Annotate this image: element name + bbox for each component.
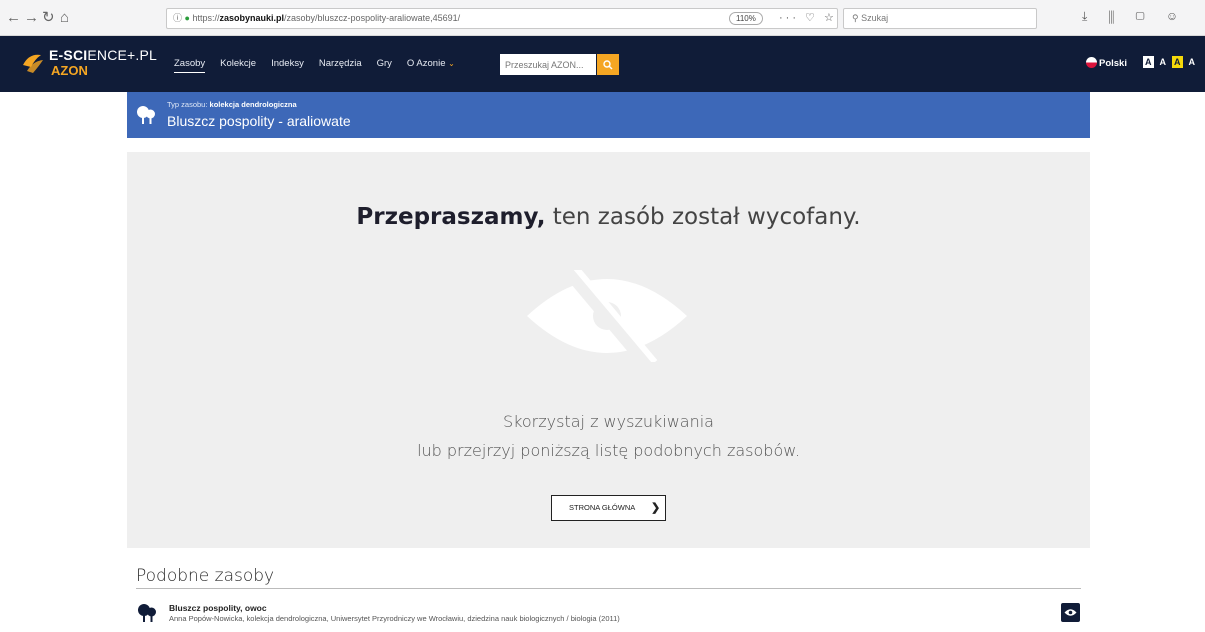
nav-item-zasoby[interactable]: Zasoby (174, 58, 206, 73)
flag-pl-icon (1086, 57, 1097, 68)
font-size-small-button[interactable]: A (1158, 56, 1169, 68)
page-actions-icons[interactable]: ··· ♡ ☆ (779, 9, 837, 28)
browser-search-placeholder: Szukaj (861, 13, 889, 23)
back-icon[interactable]: ← (6, 9, 21, 27)
browser-search-input[interactable]: ⚲ Szukaj (843, 8, 1037, 29)
similar-item-title[interactable]: Bluszcz pospolity, owoc (169, 603, 267, 613)
url-host: zasobynauki.pl (219, 13, 285, 23)
similar-resources-title: Podobne zasoby (136, 566, 275, 586)
headline-bold: Przepraszamy, (356, 204, 546, 230)
info-icon[interactable]: ⓘ (173, 13, 182, 23)
home-page-button-label: STRONA GŁÓWNA (569, 503, 636, 512)
home-icon[interactable]: ⌂ (60, 9, 69, 27)
eye-icon (1064, 609, 1077, 616)
nav-item-indeksy[interactable]: Indeksy (271, 58, 304, 73)
nav-item-gry[interactable]: Gry (377, 58, 392, 73)
search-icon: ⚲ (852, 13, 859, 23)
nav-item-kolekcje[interactable]: Kolekcje (220, 58, 256, 73)
hint-line-2: lub przejrzyj poniższą listę podobnych z… (417, 441, 800, 460)
address-bar[interactable]: ⓘ ● https://zasobynauki.pl/zasoby/bluszc… (166, 8, 838, 29)
eye-slash-icon (527, 270, 687, 362)
hint-line-1: Skorzystaj z wyszukiwania (503, 412, 714, 431)
home-page-button[interactable]: STRONA GŁÓWNA ❯ (551, 495, 666, 521)
url-prefix: https:// (192, 13, 220, 23)
chevron-down-icon: ⌄ (448, 59, 455, 68)
logo-main-light: ENCE+.PL (87, 47, 158, 63)
browser-tools-icons[interactable]: ⤓ ⫼ ▢ ☺ (1082, 9, 1187, 24)
url-path: /zasoby/bluszcz-pospolity-araliowate,456… (284, 13, 461, 23)
withdrawn-panel: Przepraszamy, ten zasób został wycofany.… (127, 152, 1090, 548)
logo-sub[interactable]: AZON (51, 64, 88, 77)
resource-type-value[interactable]: kolekcja dendrologiczna (210, 100, 297, 109)
logo-main-bold: E-SCI (49, 47, 88, 63)
resource-type: Typ zasobu: kolekcja dendrologiczna (167, 100, 297, 109)
divider (136, 588, 1081, 589)
nav-item-o-azonie-label: O Azonie (406, 58, 446, 69)
view-resource-button[interactable] (1061, 603, 1080, 622)
search-icon (603, 60, 613, 70)
tree-icon (138, 604, 156, 622)
nav-item-o-azonie[interactable]: O Azonie ⌄ (407, 58, 455, 73)
logo-text[interactable]: E-SCIENCE+.PL (49, 48, 157, 63)
site-header: E-SCIENCE+.PL AZON Zasoby Kolekcje Indek… (0, 36, 1205, 92)
page-title: Bluszcz pospolity - araliowate (167, 113, 351, 129)
main-nav: Zasoby Kolekcje Indeksy Narzędzia Gry O … (174, 58, 455, 73)
tree-icon (137, 106, 155, 124)
chevron-right-icon: ❯ (651, 502, 661, 514)
contrast-button[interactable]: A (1172, 56, 1183, 68)
reload-icon[interactable]: ↻ (42, 9, 55, 27)
site-search-button[interactable] (597, 54, 619, 75)
font-size-large-button[interactable]: A (1187, 56, 1198, 68)
nav-item-narzedzia[interactable]: Narzędzia (319, 58, 362, 73)
browser-toolbar: ← → ↻ ⌂ ⓘ ● https://zasobynauki.pl/zasob… (0, 0, 1205, 36)
headline-rest: ten zasób został wycofany. (552, 204, 861, 230)
font-size-default-button[interactable]: A (1143, 56, 1154, 68)
withdrawn-headline: Przepraszamy, ten zasób został wycofany. (127, 203, 1090, 231)
resource-type-label: Typ zasobu: (167, 100, 208, 109)
forward-icon[interactable]: → (24, 9, 39, 27)
lock-icon: ● (184, 13, 190, 23)
zoom-indicator[interactable]: 110% (729, 12, 763, 25)
language-label: Polski (1099, 58, 1127, 69)
font-size-controls: A A A A (1143, 56, 1197, 68)
logo-icon[interactable] (21, 51, 45, 75)
similar-item-meta: Anna Popów-Nowicka, kolekcja dendrologic… (169, 614, 620, 623)
resource-banner: Typ zasobu: kolekcja dendrologiczna Blus… (127, 92, 1090, 138)
site-search-input[interactable] (500, 54, 596, 75)
language-selector[interactable]: Polski (1086, 57, 1127, 70)
